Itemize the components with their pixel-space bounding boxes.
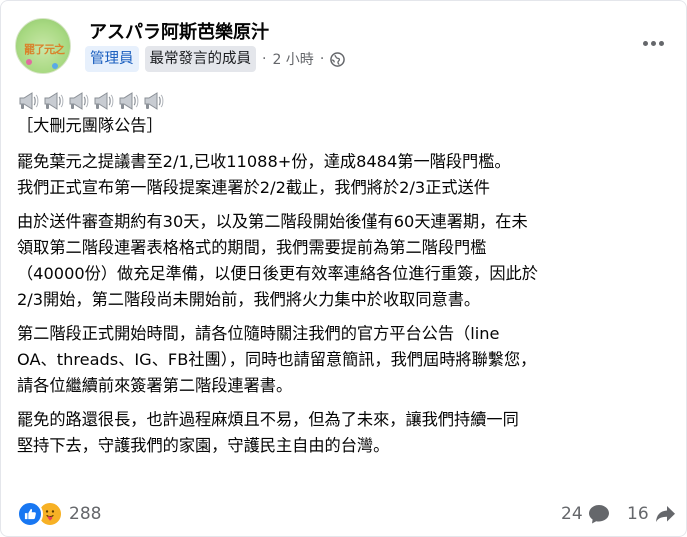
avatar-text: 罷了元之 xyxy=(24,43,65,56)
avatar-decoration xyxy=(52,63,58,69)
megaphone-icon xyxy=(69,92,89,110)
meta-separator: · xyxy=(262,51,267,67)
share-count: 16 xyxy=(627,504,649,524)
megaphone-icon xyxy=(94,92,114,110)
megaphone-icon xyxy=(144,92,164,110)
post-card: 罷了元之 アスパラ阿斯芭樂原汁 管理員 最常發言的成員 · 2 小時 · ［大刪… xyxy=(0,0,687,537)
reaction-count: 288 xyxy=(69,504,102,524)
reactions-summary[interactable]: 288 xyxy=(17,501,101,527)
post-text-line: 領取第二階段連署表格格式的期間，我們需要提前為第二階段門檻 xyxy=(17,238,487,257)
post-body: ［大刪元團隊公告］ 罷免葉元之提議書至2/1,已收11088+份，達成8484第… xyxy=(17,113,677,467)
share-icon xyxy=(655,506,675,522)
post-paragraph: 由於送件審查期約有30天，以及第二階段開始後僅有60天連署期，在未 領取第二階段連… xyxy=(17,209,677,313)
like-icon xyxy=(17,501,43,527)
post-text-line: 第二階段正式開始時間，請各位隨時關注我們的官方平台公告（line xyxy=(17,324,500,343)
more-horizontal-icon xyxy=(642,40,648,46)
more-horizontal-icon xyxy=(650,40,656,46)
meta-separator: · xyxy=(319,51,325,67)
post-text-line: 罷免的路還很長，也許過程麻煩且不易，但為了未來，讓我們持續一同 xyxy=(17,410,519,429)
emoji-row xyxy=(17,90,165,112)
post-paragraph: 罷免的路還很長，也許過程麻煩且不易，但為了未來，讓我們持續一同 堅持下去，守護我們… xyxy=(17,407,677,459)
group-avatar[interactable]: 罷了元之 xyxy=(15,18,71,74)
post-text-line: 2/3開始，第二階段尚未開始前，我們將火力集中於收取同意書。 xyxy=(17,290,481,309)
post-paragraph: 罷免葉元之提議書至2/1,已收11088+份，達成8484第一階段門檻。 我們正式… xyxy=(17,149,677,201)
announcement-title: ［大刪元團隊公告］ xyxy=(17,116,163,135)
megaphone-icon xyxy=(19,92,39,110)
post-text-line: 請各位繼續前來簽署第二階段連署書。 xyxy=(17,376,293,395)
shares-summary[interactable]: 16 xyxy=(627,503,677,525)
globe-icon[interactable] xyxy=(330,51,346,67)
megaphone-icon xyxy=(119,92,139,110)
post-text-line: （40000份）做充足準備，以便日後更有效率連絡各位進行重簽，因此於 xyxy=(17,264,538,283)
post-text-line: 由於送件審查期約有30天，以及第二階段開始後僅有60天連署期，在未 xyxy=(17,212,528,231)
post-text-line: 我們正式宣布第一階段提案連署於2/2截止，我們將於2/3正式送件 xyxy=(17,178,490,197)
post-meta: 管理員 最常發言的成員 · 2 小時 · xyxy=(85,46,346,72)
top-contributor-badge[interactable]: 最常發言的成員 xyxy=(144,46,256,72)
post-text-line: 堅持下去，守護我們的家園，守護民主自由的台灣。 xyxy=(17,436,390,455)
avatar-decoration xyxy=(26,59,32,65)
post-text-line: 罷免葉元之提議書至2/1,已收11088+份，達成8484第一階段門檻。 xyxy=(17,152,511,171)
post-text-line: OA、threads、IG、FB社團），同時也請留意簡訊，我們屆時將聯繫您， xyxy=(17,350,537,369)
comments-summary[interactable]: 24 xyxy=(561,503,611,525)
more-horizontal-icon xyxy=(658,40,664,46)
post-timestamp[interactable]: 2 小時 xyxy=(272,49,313,69)
comment-count: 24 xyxy=(561,504,583,524)
more-options-button[interactable] xyxy=(637,31,669,55)
group-name[interactable]: アスパラ阿斯芭樂原汁 xyxy=(89,18,269,44)
megaphone-icon xyxy=(44,92,64,110)
post-paragraph: 第二階段正式開始時間，請各位隨時關注我們的官方平台公告（line OA、threa… xyxy=(17,321,677,399)
comment-icon xyxy=(588,505,609,524)
post-footer: 288 24 16 xyxy=(1,497,687,533)
admin-badge[interactable]: 管理員 xyxy=(85,46,139,72)
